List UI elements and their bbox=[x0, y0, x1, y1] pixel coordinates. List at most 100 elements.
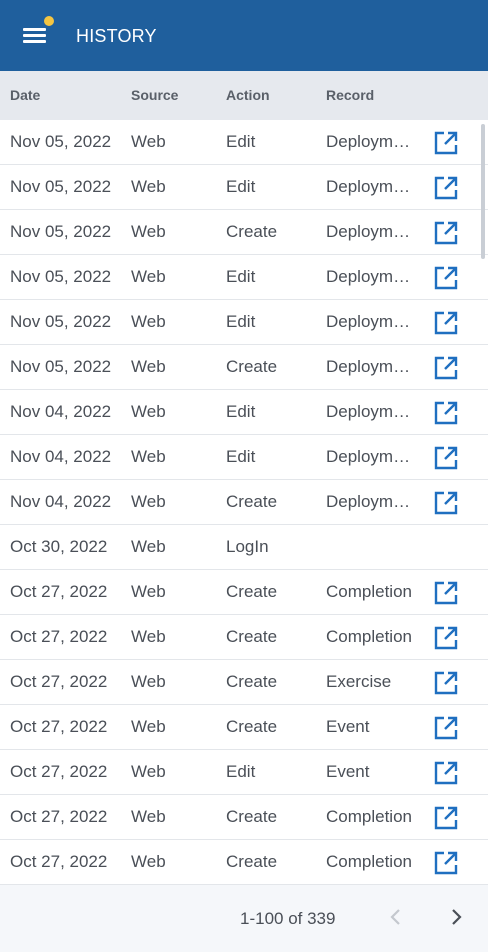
row-action: Edit bbox=[226, 402, 256, 421]
row-record: Deployme… bbox=[326, 402, 418, 421]
menu-icon-bar bbox=[23, 40, 46, 43]
row-date: Nov 05, 2022 bbox=[10, 177, 112, 196]
row-action: Edit bbox=[226, 177, 256, 196]
pagination-bar: 1-100 of 339 bbox=[0, 885, 488, 952]
column-header-record[interactable]: Record bbox=[326, 87, 374, 103]
open-in-new-icon[interactable] bbox=[433, 625, 459, 651]
open-in-new-icon[interactable] bbox=[433, 490, 459, 516]
table-row[interactable]: Nov 05, 2022 Web Create Deployme… bbox=[0, 210, 488, 255]
row-source: Web bbox=[131, 492, 166, 511]
row-action: Edit bbox=[226, 762, 256, 781]
row-record: Exercise bbox=[326, 672, 392, 691]
row-source: Web bbox=[131, 447, 166, 466]
row-date: Oct 27, 2022 bbox=[10, 807, 108, 826]
row-date: Nov 04, 2022 bbox=[10, 492, 112, 511]
open-in-new-icon[interactable] bbox=[433, 445, 459, 471]
row-action: Create bbox=[226, 222, 278, 241]
table-row[interactable]: Oct 27, 2022 Web Create Exercise bbox=[0, 660, 488, 705]
row-record: Completion bbox=[326, 627, 412, 646]
app-bar: HISTORY bbox=[0, 0, 488, 71]
row-source: Web bbox=[131, 177, 166, 196]
row-record: Deployme… bbox=[326, 132, 418, 151]
page-title: HISTORY bbox=[76, 26, 157, 46]
row-source: Web bbox=[131, 357, 166, 376]
table-row[interactable]: Oct 27, 2022 Web Create Completion bbox=[0, 840, 488, 885]
row-source: Web bbox=[131, 222, 166, 241]
row-date: Nov 05, 2022 bbox=[10, 222, 112, 241]
row-date: Nov 04, 2022 bbox=[10, 402, 112, 421]
row-action: Create bbox=[226, 582, 278, 601]
row-source: Web bbox=[131, 762, 166, 781]
row-source: Web bbox=[131, 267, 166, 286]
row-record: Deployme… bbox=[326, 312, 418, 331]
row-source: Web bbox=[131, 402, 166, 421]
open-in-new-icon[interactable] bbox=[433, 670, 459, 696]
table-row[interactable]: Nov 05, 2022 Web Edit Deployme… bbox=[0, 300, 488, 345]
table-row[interactable]: Nov 04, 2022 Web Edit Deployme… bbox=[0, 390, 488, 435]
open-in-new-icon[interactable] bbox=[433, 175, 459, 201]
table-row[interactable]: Oct 27, 2022 Web Create Event bbox=[0, 705, 488, 750]
row-date: Nov 04, 2022 bbox=[10, 447, 112, 466]
row-action: Edit bbox=[226, 267, 256, 286]
open-in-new-icon[interactable] bbox=[433, 760, 459, 786]
row-source: Web bbox=[131, 582, 166, 601]
row-source: Web bbox=[131, 852, 166, 871]
scrollbar[interactable] bbox=[481, 124, 485, 259]
open-in-new-icon[interactable] bbox=[433, 850, 459, 876]
table-row[interactable]: Nov 05, 2022 Web Edit Deployme… bbox=[0, 165, 488, 210]
open-in-new-icon[interactable] bbox=[433, 580, 459, 606]
row-action: Create bbox=[226, 357, 278, 376]
table-row[interactable]: Nov 05, 2022 Web Edit Deployme… bbox=[0, 120, 488, 165]
column-header-source[interactable]: Source bbox=[131, 87, 178, 103]
row-source: Web bbox=[131, 537, 166, 556]
row-source: Web bbox=[131, 807, 166, 826]
row-record: Event bbox=[326, 762, 370, 781]
row-source: Web bbox=[131, 312, 166, 331]
table-row[interactable]: Nov 05, 2022 Web Edit Deployme… bbox=[0, 255, 488, 300]
menu-icon bbox=[23, 28, 46, 31]
table-row[interactable]: Nov 05, 2022 Web Create Deployme… bbox=[0, 345, 488, 390]
row-record: Deployme… bbox=[326, 447, 418, 466]
open-in-new-icon[interactable] bbox=[433, 400, 459, 426]
row-record: Deployme… bbox=[326, 222, 418, 241]
open-in-new-icon[interactable] bbox=[433, 355, 459, 381]
pagination-range: 1-100 of 339 bbox=[240, 909, 336, 928]
row-record: Completion bbox=[326, 852, 412, 871]
row-record: Deployme… bbox=[326, 492, 418, 511]
row-date: Nov 05, 2022 bbox=[10, 312, 112, 331]
column-header-date[interactable]: Date bbox=[10, 87, 40, 103]
table-row[interactable]: Nov 04, 2022 Web Edit Deployme… bbox=[0, 435, 488, 480]
column-header-action[interactable]: Action bbox=[226, 87, 270, 103]
row-action: Edit bbox=[226, 447, 256, 466]
table-row[interactable]: Oct 27, 2022 Web Create Completion bbox=[0, 615, 488, 660]
menu-button[interactable] bbox=[22, 16, 54, 46]
menu-icon-bar bbox=[23, 34, 46, 37]
open-in-new-icon[interactable] bbox=[433, 220, 459, 246]
row-date: Oct 27, 2022 bbox=[10, 852, 108, 871]
row-action: LogIn bbox=[226, 537, 269, 556]
row-action: Create bbox=[226, 852, 278, 871]
table-row[interactable]: Oct 27, 2022 Web Create Completion bbox=[0, 795, 488, 840]
open-in-new-icon[interactable] bbox=[433, 130, 459, 156]
row-action: Create bbox=[226, 492, 278, 511]
table-row[interactable]: Oct 30, 2022 Web LogIn bbox=[0, 525, 488, 570]
open-in-new-icon[interactable] bbox=[433, 715, 459, 741]
row-action: Create bbox=[226, 672, 278, 691]
chevron-left-icon[interactable] bbox=[384, 905, 408, 929]
table-row[interactable]: Oct 27, 2022 Web Edit Event bbox=[0, 750, 488, 795]
row-date: Oct 30, 2022 bbox=[10, 537, 108, 556]
open-in-new-icon[interactable] bbox=[433, 805, 459, 831]
chevron-right-icon[interactable] bbox=[444, 905, 468, 929]
row-record: Deployme… bbox=[326, 357, 418, 376]
row-action: Create bbox=[226, 627, 278, 646]
row-source: Web bbox=[131, 672, 166, 691]
row-date: Nov 05, 2022 bbox=[10, 132, 112, 151]
table-row[interactable]: Nov 04, 2022 Web Create Deployme… bbox=[0, 480, 488, 525]
open-in-new-icon[interactable] bbox=[433, 310, 459, 336]
open-in-new-icon[interactable] bbox=[433, 265, 459, 291]
table-row[interactable]: Oct 27, 2022 Web Create Completion bbox=[0, 570, 488, 615]
row-date: Oct 27, 2022 bbox=[10, 762, 108, 781]
row-source: Web bbox=[131, 132, 166, 151]
history-table-body: Nov 05, 2022 Web Edit Deployme… Nov 05, 2022… bbox=[0, 120, 488, 885]
row-source: Web bbox=[131, 627, 166, 646]
